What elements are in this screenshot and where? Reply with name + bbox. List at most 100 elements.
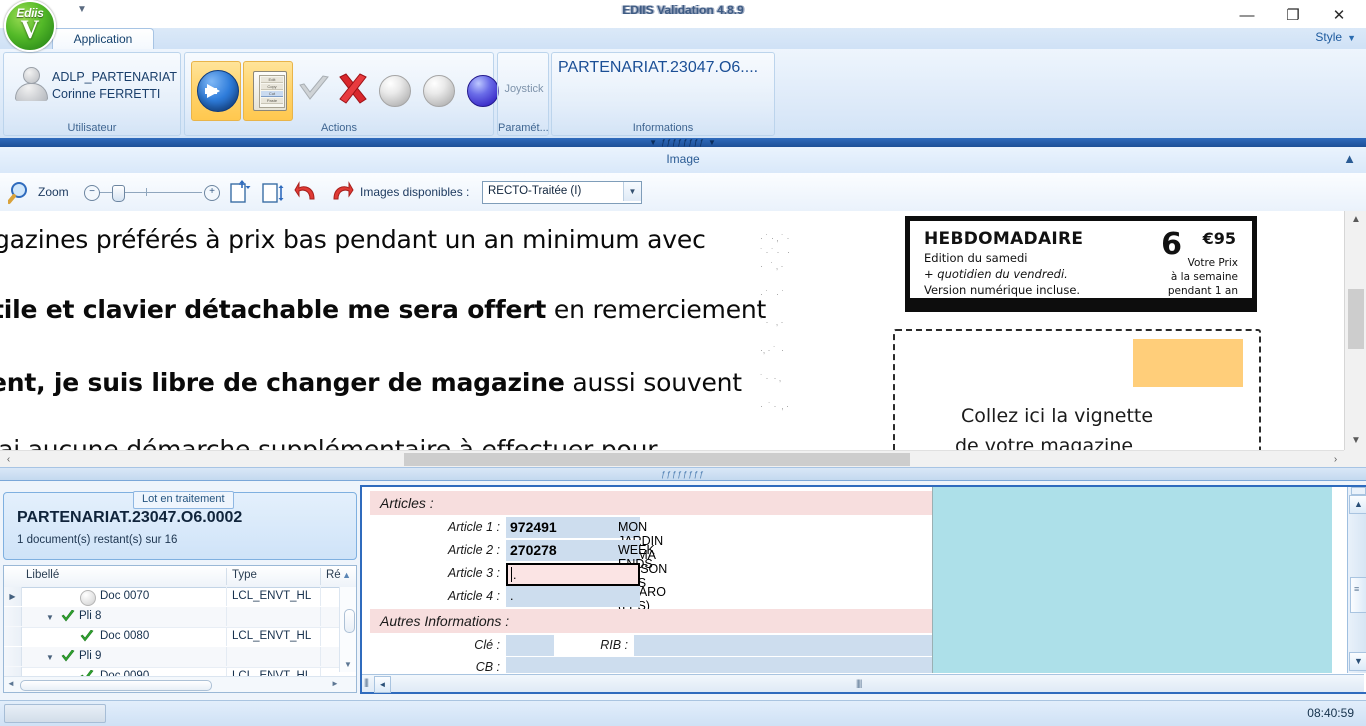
scroll-thumb[interactable] <box>344 609 355 633</box>
user-account: ADLP_PARTENARIAT <box>52 70 178 84</box>
value-article-4: . <box>510 589 514 603</box>
doc-line-2-bold: tile et clavier détachable me sera offer… <box>0 295 547 324</box>
secondary-blue-pane[interactable] <box>932 487 1332 673</box>
vignette-line-2: de votre magazine <box>955 435 1134 450</box>
document-grid[interactable]: Libellé Type Ré ▲ ▶ Doc 0070 LCL_ENVT_HL… <box>3 565 357 693</box>
field-article-3[interactable]: . <box>506 563 640 586</box>
row-label: Pli 8 <box>79 610 102 622</box>
scroll-right-icon[interactable]: › <box>1327 451 1344 468</box>
scroll-down-icon[interactable]: ▼ <box>340 658 356 672</box>
scroll-thumb[interactable] <box>1350 577 1366 613</box>
column-header-re[interactable]: Ré <box>326 569 341 581</box>
quick-access-toolbar-caret[interactable]: ▼ <box>68 0 96 18</box>
scroll-thumb[interactable] <box>1348 289 1364 349</box>
zoom-slider-handle[interactable] <box>112 185 125 202</box>
scroll-up-icon[interactable]: ▲ <box>1345 211 1366 229</box>
scroll-left-icon[interactable]: ◄ <box>374 676 391 693</box>
clipboard-button[interactable]: Edit Copy Cut Paste <box>243 61 293 121</box>
middle-splitter[interactable]: ƒƒƒƒƒƒƒƒ <box>0 467 1366 481</box>
status-time: 08:40:59 <box>1307 706 1354 720</box>
document-horizontal-scrollbar[interactable]: ‹ › <box>0 450 1344 468</box>
window-controls: — ❐ ✕ <box>1224 0 1362 30</box>
ad-note-2: à la semaine <box>1170 271 1238 283</box>
grid-horizontal-scrollbar[interactable]: ◄ ► <box>4 676 356 692</box>
field-cb[interactable] <box>506 657 932 673</box>
rotate-right-icon[interactable] <box>328 179 354 205</box>
table-row[interactable]: Doc 0080 LCL_ENVT_HL <box>4 627 356 648</box>
group-caption-param: Paramét... <box>498 122 549 134</box>
minimize-icon[interactable]: — <box>1224 1 1270 29</box>
next-arrow-button[interactable] <box>191 61 241 121</box>
reject-cross-button[interactable] <box>335 71 371 107</box>
scroll-thumb-h[interactable] <box>20 680 212 691</box>
ad-heading: HEBDOMADAIRE <box>924 229 1084 249</box>
doc-line-3: ent, je suis libre de changer de magazin… <box>0 368 742 397</box>
value-article-2: 270278 <box>510 542 557 558</box>
document-page: gazines préférés à prix bas pendant un a… <box>0 211 1344 450</box>
close-icon[interactable]: ✕ <box>1316 1 1362 29</box>
zoom-in-icon[interactable]: + <box>204 185 220 201</box>
table-row[interactable]: ▼ Pli 9 <box>4 647 356 668</box>
ribbon-tab-strip: Application Style ▼ <box>0 28 1366 51</box>
ad-note-1: Votre Prix <box>1187 257 1238 269</box>
chevron-down-icon[interactable]: ▼ <box>623 182 641 201</box>
scroll-down-icon[interactable]: ▼ <box>1349 652 1366 671</box>
scroll-right-icon[interactable]: ► <box>328 677 342 691</box>
fit-page-icon[interactable] <box>226 179 252 205</box>
grey-ball-2-button[interactable] <box>423 75 455 107</box>
row-type: LCL_ENVT_HL <box>232 590 312 602</box>
maximize-icon[interactable]: ❐ <box>1270 1 1316 29</box>
field-cle[interactable] <box>506 635 554 656</box>
scroll-up-icon[interactable]: ▲ <box>1349 495 1366 514</box>
validate-check-button[interactable] <box>297 73 331 107</box>
available-images-select[interactable]: RECTO-Traitée (I) ▼ <box>482 181 642 204</box>
scroll-down-icon[interactable]: ▼ <box>1345 432 1366 450</box>
batch-name: PARTENARIAT.23047.O6.0002 <box>17 509 243 526</box>
column-header-libelle[interactable]: Libellé <box>26 569 59 581</box>
expander-icon[interactable]: ▼ <box>46 653 54 662</box>
chevron-down-icon: ▼ <box>1347 33 1356 43</box>
table-row[interactable]: ▼ Pli 8 <box>4 607 356 628</box>
batch-panel-caption: Lot en traitement <box>133 491 234 509</box>
table-row[interactable]: ▶ Doc 0070 LCL_ENVT_HL <box>4 587 356 608</box>
user-avatar-icon <box>14 67 48 103</box>
column-header-type[interactable]: Type <box>232 569 257 581</box>
vignette-line-1: Collez ici la vignette <box>961 405 1154 427</box>
blue-ball-button[interactable] <box>467 75 499 107</box>
fit-width-icon[interactable] <box>260 179 286 205</box>
group-caption-actions: Actions <box>320 122 358 134</box>
top-splitter[interactable]: ▼ ƒƒƒƒƒƒƒƒ ▼ <box>0 138 1366 147</box>
tab-application[interactable]: Application <box>52 28 154 50</box>
form-vertical-scrollbar[interactable]: ▲ ▼ <box>1347 487 1366 673</box>
ribbon-group-user: ADLP_PARTENARIAT Corinne FERRETTI Utilis… <box>3 52 181 136</box>
app-logo[interactable]: Ediis V <box>4 0 56 52</box>
splitter-grip-mid: ƒƒƒƒƒƒƒƒ <box>661 470 705 479</box>
expander-icon[interactable]: ▼ <box>46 613 54 622</box>
document-vertical-scrollbar[interactable]: ▲ ▼ <box>1344 211 1366 450</box>
grid-header: Libellé Type Ré ▲ <box>4 566 356 588</box>
grey-ball-1-button[interactable] <box>379 75 411 107</box>
zoom-out-icon[interactable]: − <box>84 185 100 201</box>
row-indicator <box>4 627 22 646</box>
collapse-icon[interactable]: ▲ <box>1343 151 1356 166</box>
form-horizontal-scrollbar[interactable]: ||| ◄ |||| <box>362 674 1364 693</box>
style-dropdown[interactable]: Style ▼ <box>1315 30 1356 44</box>
value-article-1: 972491 <box>510 519 557 535</box>
scroll-left-icon[interactable]: ‹ <box>0 451 17 468</box>
scroll-thumb-grip[interactable]: |||| <box>856 678 862 688</box>
blue-arrow-icon <box>197 70 239 112</box>
sort-ascending-icon[interactable]: ▲ <box>342 570 351 580</box>
row-label: Doc 0080 <box>100 630 150 642</box>
magnifier-icon[interactable] <box>7 181 34 205</box>
zoom-slider[interactable]: − + <box>80 185 220 202</box>
document-image-viewer[interactable]: gazines préférés à prix bas pendant un a… <box>0 211 1344 450</box>
scroll-thumb-h[interactable] <box>404 453 910 466</box>
row-type: LCL_ENVT_HL <box>232 630 312 642</box>
scrollbar-cap <box>1351 487 1366 495</box>
scroll-left-icon[interactable]: ◄ <box>4 677 18 691</box>
field-rib[interactable] <box>634 635 932 656</box>
doc-line-1: gazines préférés à prix bas pendant un a… <box>0 225 706 254</box>
field-article-4[interactable]: . <box>506 586 640 607</box>
rotate-left-icon[interactable] <box>294 179 320 205</box>
grid-vertical-scrollbar[interactable]: ▼ <box>339 587 356 672</box>
